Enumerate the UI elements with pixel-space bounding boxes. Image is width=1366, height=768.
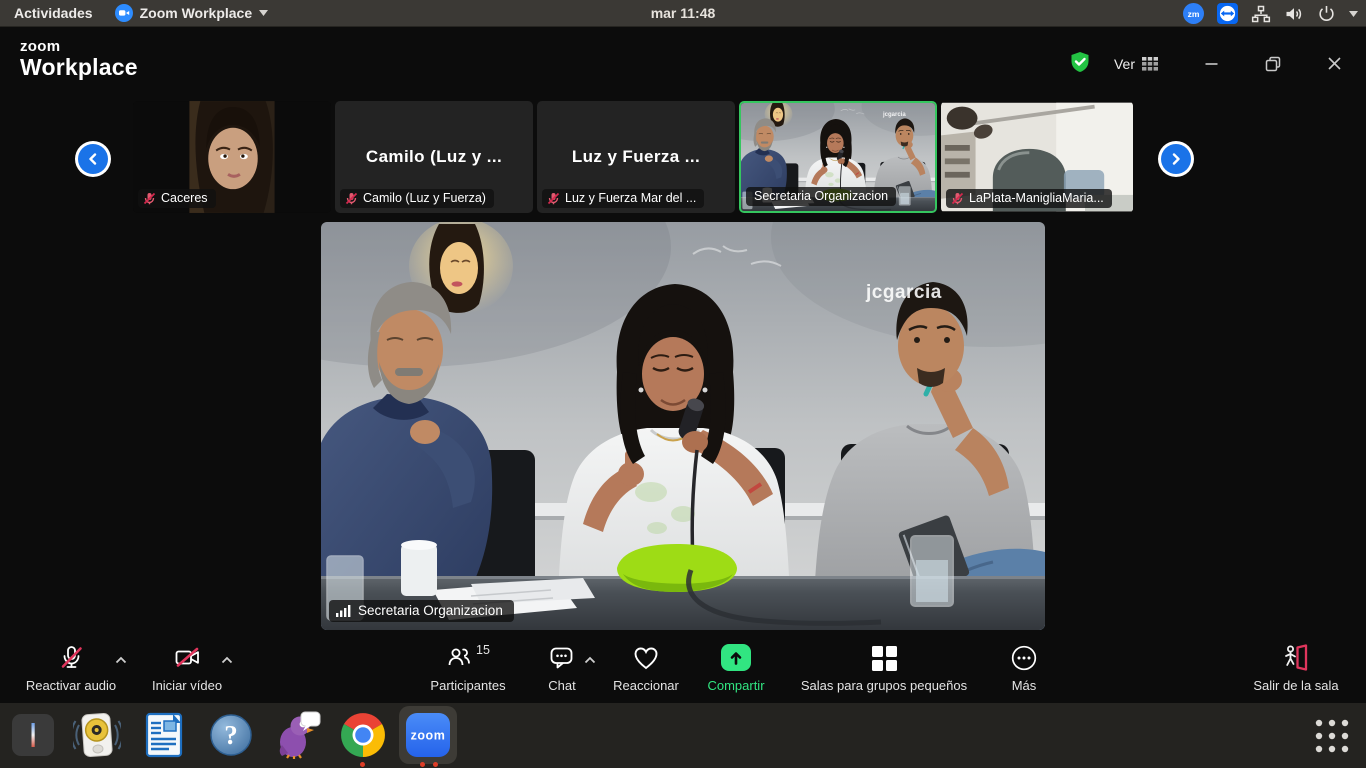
zoom-running-dot (433, 762, 438, 767)
meeting-security-shield-icon[interactable] (1070, 51, 1090, 76)
participant-tile-caceres[interactable]: Caceres (133, 101, 331, 213)
help-app-icon[interactable]: ? (207, 711, 255, 759)
svg-text:zm: zm (1188, 9, 1200, 19)
clock[interactable]: mar 11:48 (623, 5, 743, 21)
participants-button[interactable]: 15 Participantes (418, 644, 518, 693)
wired-network-icon[interactable] (1251, 4, 1271, 24)
react-button[interactable]: Reaccionar (604, 644, 688, 693)
app-menu-button[interactable]: Zoom Workplace (115, 4, 269, 22)
minimize-button[interactable] (1204, 56, 1219, 71)
conference-scene (321, 222, 1045, 630)
app-menu-label: Zoom Workplace (140, 5, 253, 21)
audio-bars-icon (336, 604, 351, 617)
leave-meeting-button[interactable]: Salir de la sala (1240, 644, 1352, 693)
chrome-running-dot (360, 762, 365, 767)
share-icon (721, 644, 751, 671)
gallery-view-icon (1142, 57, 1158, 71)
zoom-app-icon[interactable]: zoom (404, 711, 452, 759)
zoom-running-dot (420, 762, 425, 767)
ubuntu-dock: ? (0, 703, 1366, 768)
power-icon[interactable] (1317, 4, 1336, 23)
share-screen-button[interactable]: Compartir (699, 644, 773, 693)
participant-name-tag: Camilo (Luz y Fuerza) (340, 189, 494, 208)
chat-options-chevron[interactable] (583, 652, 597, 664)
participants-count: 15 (476, 643, 490, 657)
previous-participants-arrow[interactable] (75, 141, 111, 177)
gnome-topbar: Actividades Zoom Workplace mar 11:48 zm (0, 0, 1366, 27)
heart-icon (633, 646, 659, 671)
participants-icon (446, 644, 472, 670)
chat-icon (549, 645, 575, 671)
zoom-app-badge-icon (115, 4, 133, 22)
view-label: Ver (1114, 56, 1135, 72)
meeting-toolbar: Reactivar audio Iniciar vídeo (0, 632, 1366, 703)
activity-bar-app-icon[interactable] (9, 711, 57, 759)
close-button[interactable] (1327, 56, 1342, 71)
chevron-down-icon (259, 10, 268, 16)
audio-options-chevron[interactable] (114, 652, 128, 664)
desktop: Actividades Zoom Workplace mar 11:48 zm (0, 0, 1366, 768)
muted-mic-icon (547, 192, 560, 205)
video-options-chevron[interactable] (220, 652, 234, 664)
activities-button[interactable]: Actividades (14, 5, 93, 21)
active-speaker-name-tag: Secretaria Organizacion (329, 600, 514, 622)
chrome-app-icon[interactable] (339, 711, 387, 759)
libreoffice-writer-app-icon[interactable] (140, 711, 188, 759)
more-button[interactable]: Más (1002, 644, 1046, 693)
show-applications-grid-icon[interactable] (1308, 712, 1356, 760)
participant-name-tag: Caceres (138, 189, 216, 208)
svg-text:zoom: zoom (411, 729, 446, 743)
participant-tile-secretaria-organizacion[interactable]: jcgarcia Secretaria Organizacion (739, 101, 937, 213)
muted-video-icon (174, 644, 201, 671)
participant-tile-luz-y-fuerza[interactable]: Luz y Fuerza ... Luz y Fuerza Mar del ..… (537, 101, 735, 213)
breakout-rooms-button[interactable]: Salas para grupos pequeños (786, 644, 982, 693)
pidgin-app-icon[interactable] (273, 711, 321, 759)
leave-room-icon (1282, 644, 1310, 671)
participant-tile-laplata[interactable]: LaPlata-ManigliaMaria... (941, 101, 1133, 213)
volume-icon[interactable] (1284, 4, 1304, 24)
restore-button[interactable] (1265, 56, 1281, 72)
muted-mic-icon (143, 192, 156, 205)
svg-text:?: ? (224, 720, 238, 750)
participant-name-tag: Luz y Fuerza Mar del ... (542, 189, 704, 208)
audio-player-app-icon[interactable] (73, 711, 121, 759)
teamviewer-tray-icon[interactable] (1217, 3, 1238, 24)
chat-button[interactable]: Chat (535, 644, 589, 693)
zoom-workplace-logo: zoom Workplace (20, 39, 138, 79)
muted-mic-icon (951, 192, 964, 205)
participant-name-tag: Secretaria Organizacion (746, 187, 896, 206)
participant-filmstrip: Caceres Camilo (Luz y ... Camilo (Luz y … (0, 100, 1366, 215)
participant-tile-camilo[interactable]: Camilo (Luz y ... Camilo (Luz y Fuerza) (335, 101, 533, 213)
participant-name-tag: LaPlata-ManigliaMaria... (946, 189, 1112, 208)
more-ellipsis-icon (1011, 645, 1037, 671)
next-participants-arrow[interactable] (1158, 141, 1194, 177)
window-header: zoom Workplace Ver (0, 27, 1366, 100)
muted-mic-icon (345, 192, 358, 205)
muted-mic-icon (58, 644, 85, 671)
unmute-button[interactable]: Reactivar audio (12, 644, 130, 693)
zoom-window: zoom Workplace Ver (0, 27, 1366, 703)
main-speaker-video[interactable]: jcgarcia Secretaria Organizacion (321, 222, 1045, 630)
zoom-tray-icon[interactable]: zm (1183, 3, 1204, 24)
view-button[interactable]: Ver (1114, 56, 1158, 72)
breakout-rooms-icon (872, 646, 897, 671)
system-menu-chevron-icon[interactable] (1349, 11, 1358, 17)
